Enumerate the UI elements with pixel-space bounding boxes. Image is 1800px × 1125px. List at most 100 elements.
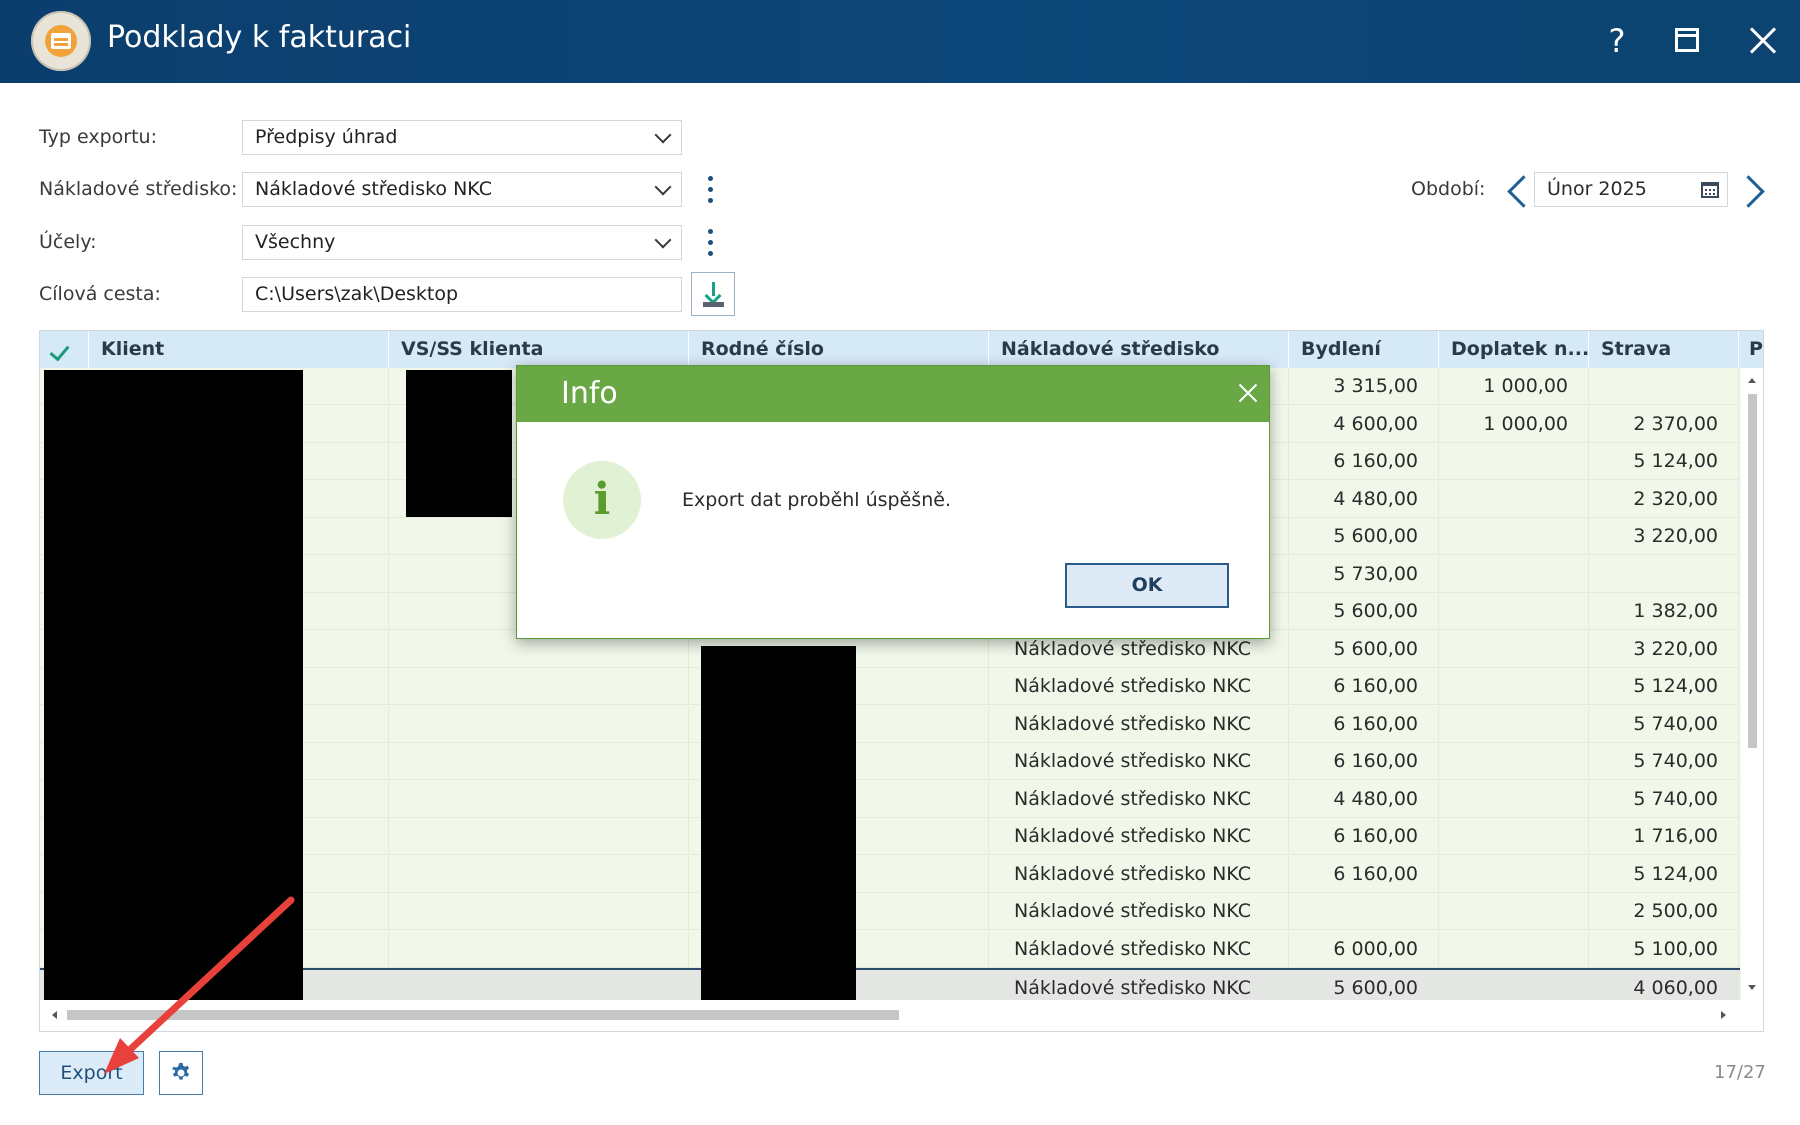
browse-path-button[interactable] [691, 272, 735, 316]
cell-doplatek [1439, 930, 1589, 968]
purposes-label: Účely: [39, 231, 97, 253]
cell-bydleni: 4 480,00 [1289, 780, 1439, 818]
cell-bydleni [1289, 893, 1439, 930]
cell-strava: 5 740,00 [1589, 743, 1739, 780]
column-bydleni[interactable]: Bydlení [1289, 331, 1439, 368]
cell-bydleni: 6 000,00 [1289, 930, 1439, 968]
info-icon: i [563, 461, 641, 539]
settings-button[interactable] [159, 1051, 203, 1095]
cell-vs-ss [389, 855, 689, 893]
cell-nakladove-stredisko: Nákladové středisko NKC [989, 705, 1289, 743]
cell-bydleni: 4 600,00 [1289, 405, 1439, 443]
redacted-area [701, 646, 856, 1017]
cell-doplatek [1439, 743, 1589, 780]
cell-vs-ss [389, 893, 689, 930]
dialog-header: Info [517, 366, 1269, 422]
redacted-area [406, 370, 512, 517]
cell-strava: 5 124,00 [1589, 668, 1739, 705]
chevron-down-icon [654, 231, 672, 249]
select-all-checkbox[interactable] [40, 331, 89, 368]
cell-doplatek [1439, 555, 1589, 593]
dialog-title: Info [561, 376, 618, 411]
download-icon [712, 282, 715, 296]
help-button[interactable]: ? [1594, 18, 1640, 64]
cell-bydleni: 6 160,00 [1289, 443, 1439, 480]
cell-doplatek: 1 000,00 [1439, 368, 1589, 405]
cell-bydleni: 5 600,00 [1289, 518, 1439, 555]
export-type-value: Předpisy úhrad [255, 126, 398, 148]
dialog-close-button[interactable] [1235, 380, 1261, 406]
cell-bydleni: 6 160,00 [1289, 743, 1439, 780]
cell-strava: 2 370,00 [1589, 405, 1739, 443]
target-path-label: Cílová cesta: [39, 283, 161, 305]
cell-nakladove-stredisko: Nákladové středisko NKC [989, 668, 1289, 705]
purposes-select[interactable]: Všechny [242, 225, 682, 260]
vertical-scrollbar[interactable] [1741, 368, 1763, 1000]
cell-strava: 1 716,00 [1589, 818, 1739, 855]
cost-center-label: Nákladové středisko: [39, 178, 238, 200]
column-p[interactable]: P [1739, 331, 1763, 368]
maximize-button[interactable] [1664, 18, 1710, 64]
cell-doplatek [1439, 630, 1589, 668]
target-path-input[interactable]: C:\Users\zak\Desktop [242, 277, 682, 312]
gear-icon [172, 1062, 190, 1080]
cell-doplatek [1439, 705, 1589, 743]
cell-bydleni: 6 160,00 [1289, 668, 1439, 705]
redacted-area [44, 370, 303, 1006]
cell-doplatek [1439, 480, 1589, 518]
title-bar: Podklady k fakturaci ? [0, 0, 1800, 83]
cost-center-more-button[interactable] [705, 174, 715, 204]
export-button[interactable]: Export [39, 1051, 144, 1095]
purposes-more-button[interactable] [705, 227, 715, 257]
chevron-down-icon [654, 178, 672, 196]
column-strava[interactable]: Strava [1589, 331, 1739, 368]
column-klient[interactable]: Klient [89, 331, 389, 368]
cell-vs-ss [389, 930, 689, 968]
period-input[interactable]: Únor 2025 [1534, 172, 1728, 207]
purposes-value: Všechny [255, 231, 336, 253]
calendar-icon[interactable] [1701, 182, 1719, 198]
cell-strava: 5 740,00 [1589, 705, 1739, 743]
ok-button[interactable]: OK [1065, 563, 1229, 608]
cell-strava: 5 124,00 [1589, 855, 1739, 893]
cell-bydleni: 4 480,00 [1289, 480, 1439, 518]
column-vs-ss[interactable]: VS/SS klienta [389, 331, 689, 368]
column-rodne-cislo[interactable]: Rodné číslo [689, 331, 989, 368]
cell-strava [1589, 555, 1739, 593]
window-title: Podklady k fakturaci [107, 20, 412, 55]
cell-strava: 5 124,00 [1589, 443, 1739, 480]
cell-vs-ss [389, 668, 689, 705]
cell-doplatek [1439, 518, 1589, 555]
cell-vs-ss [389, 818, 689, 855]
cell-bydleni: 3 315,00 [1289, 368, 1439, 405]
cell-doplatek [1439, 443, 1589, 480]
export-type-label: Typ exportu: [39, 126, 157, 148]
column-doplatek[interactable]: Doplatek n... [1439, 331, 1589, 368]
column-klient-label: Klient [101, 338, 165, 360]
cell-strava: 3 220,00 [1589, 518, 1739, 555]
cell-strava: 3 220,00 [1589, 630, 1739, 668]
info-dialog: Info i Export dat proběhl úspěšně. OK [516, 365, 1270, 639]
period-value: Únor 2025 [1547, 178, 1647, 200]
cell-strava: 2 320,00 [1589, 480, 1739, 518]
column-nakladove-stredisko[interactable]: Nákladové středisko [989, 331, 1289, 368]
cell-nakladove-stredisko: Nákladové středisko NKC [989, 930, 1289, 968]
period-label: Období: [1411, 178, 1486, 200]
close-button[interactable] [1740, 18, 1786, 64]
cell-strava [1589, 368, 1739, 405]
horizontal-scrollbar[interactable] [40, 1000, 1763, 1031]
cell-nakladove-stredisko: Nákladové středisko NKC [989, 818, 1289, 855]
cell-nakladove-stredisko: Nákladové středisko NKC [989, 780, 1289, 818]
cell-vs-ss [389, 705, 689, 743]
cell-doplatek: 1 000,00 [1439, 405, 1589, 443]
cell-nakladove-stredisko: Nákladové středisko NKC [989, 743, 1289, 780]
cell-doplatek [1439, 780, 1589, 818]
export-type-select[interactable]: Předpisy úhrad [242, 120, 682, 155]
next-period-button[interactable] [1732, 175, 1765, 208]
cost-center-value: Nákladové středisko NKC [255, 178, 492, 200]
cell-doplatek [1439, 893, 1589, 930]
cost-center-select[interactable]: Nákladové středisko NKC [242, 172, 682, 207]
cell-strava: 1 382,00 [1589, 593, 1739, 630]
cell-bydleni: 6 160,00 [1289, 705, 1439, 743]
cell-bydleni: 5 600,00 [1289, 593, 1439, 630]
